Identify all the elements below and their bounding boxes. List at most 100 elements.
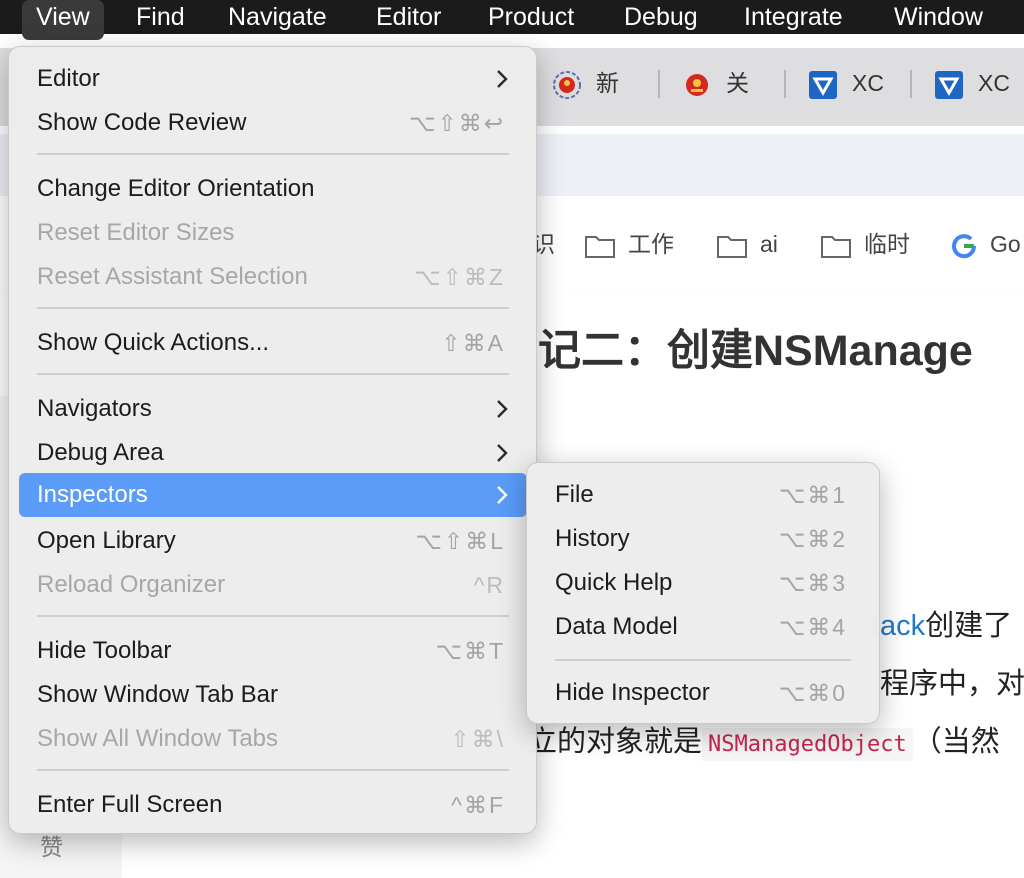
tab-title: 新 [596, 70, 619, 96]
tab-title: XC [852, 70, 884, 96]
shortcut-label: ⌥⌘3 [778, 570, 847, 596]
browser-tab[interactable]: XC [934, 64, 1010, 102]
shortcut-label: ⌥⇧⌘Z [414, 264, 505, 290]
menu-item-label: File [555, 481, 594, 508]
inline-code: NSManagedObject [702, 728, 913, 761]
chevron-right-icon [497, 400, 508, 418]
bookmark-ai[interactable]: ai [716, 226, 778, 262]
menu-item-change-editor-orientation[interactable]: Change Editor Orientation [19, 167, 527, 211]
menu-item-reload-organizer: Reload Organizer ^R [19, 563, 527, 607]
menu-item-show-quick-actions[interactable]: Show Quick Actions... ⇧⌘A [19, 321, 527, 365]
chevron-right-icon [497, 70, 508, 88]
menu-separator [37, 153, 509, 155]
menu-separator [37, 615, 509, 617]
tab-separator [658, 70, 660, 98]
bookmark-work[interactable]: 工作 [584, 226, 674, 262]
menu-window[interactable]: Window [894, 0, 983, 34]
menu-editor[interactable]: Editor [376, 0, 441, 34]
article-text: 创建了 [925, 610, 1013, 642]
shortcut-label: ⇧⌘A [441, 330, 505, 356]
menu-find[interactable]: Find [136, 0, 185, 34]
xc-logo-icon [809, 70, 837, 99]
tab-separator [910, 70, 912, 98]
bookmark-label: 工作 [628, 231, 674, 257]
chevron-right-icon [497, 444, 508, 462]
menu-item-label: Show All Window Tabs [37, 725, 279, 752]
menu-item-quick-help[interactable]: Quick Help ⌥⌘3 [537, 561, 869, 605]
article-text: 立的对象就是 [528, 726, 703, 758]
menu-item-history-inspector[interactable]: History ⌥⌘2 [537, 517, 869, 561]
menu-item-hide-toolbar[interactable]: Hide Toolbar ⌥⌘T [19, 629, 527, 673]
google-g-icon [952, 234, 977, 259]
shortcut-label: ⌥⌘1 [778, 482, 847, 508]
shortcut-label: ^⌘F [451, 792, 505, 818]
menu-navigate[interactable]: Navigate [228, 0, 327, 34]
menu-item-show-code-review[interactable]: Show Code Review ⌥⇧⌘↩ [19, 101, 527, 145]
menu-item-hide-inspector[interactable]: Hide Inspector ⌥⌘0 [537, 671, 869, 715]
menu-item-reset-assistant-selection: Reset Assistant Selection ⌥⇧⌘Z [19, 255, 527, 299]
bookmark-label: ai [760, 231, 778, 257]
menu-item-open-library[interactable]: Open Library ⌥⇧⌘L [19, 519, 527, 563]
menu-item-editor[interactable]: Editor [19, 57, 527, 101]
emblem-icon [686, 73, 708, 96]
menu-item-label: Hide Toolbar [37, 637, 172, 664]
menu-item-label: Reset Assistant Selection [37, 263, 308, 290]
menu-item-label: History [555, 525, 630, 552]
menu-item-label: Reset Editor Sizes [37, 219, 235, 246]
menu-item-inspectors[interactable]: Inspectors [19, 473, 527, 517]
menu-item-data-model[interactable]: Data Model ⌥⌘4 [537, 605, 869, 649]
menu-item-label: Change Editor Orientation [37, 175, 315, 202]
menu-product[interactable]: Product [488, 0, 574, 34]
bookmark-temp[interactable]: 临时 [820, 226, 910, 262]
menu-item-label: Navigators [37, 395, 152, 422]
menu-item-label: Quick Help [555, 569, 673, 596]
menu-item-label: Show Window Tab Bar [37, 681, 279, 708]
menu-bar: View Find Navigate Editor Product Debug … [0, 0, 1024, 40]
menu-item-label: Show Code Review [37, 109, 247, 136]
xc-logo-icon [935, 70, 963, 99]
shortcut-label: ⌥⌘0 [778, 680, 847, 706]
browser-tab[interactable]: XC [808, 64, 884, 102]
menu-item-label: Inspectors [37, 481, 148, 508]
bookmark-label: 临时 [864, 231, 910, 257]
menu-item-show-window-tab-bar[interactable]: Show Window Tab Bar [19, 673, 527, 717]
menu-item-debug-area[interactable]: Debug Area [19, 431, 527, 475]
browser-tab[interactable]: 新 [552, 64, 619, 102]
menu-view[interactable]: View [22, 0, 104, 40]
inspectors-submenu: File ⌥⌘1 History ⌥⌘2 Quick Help ⌥⌘3 Data… [526, 462, 880, 724]
menu-debug[interactable]: Debug [624, 0, 698, 34]
article-text: （当然 [912, 726, 1000, 758]
menu-item-navigators[interactable]: Navigators [19, 387, 527, 431]
menu-separator [37, 373, 509, 375]
menu-item-file-inspector[interactable]: File ⌥⌘1 [537, 473, 869, 517]
menu-separator [37, 769, 509, 771]
chevron-right-icon [497, 486, 508, 504]
menu-item-enter-full-screen[interactable]: Enter Full Screen ^⌘F [19, 783, 527, 827]
menu-integrate[interactable]: Integrate [744, 0, 843, 34]
menu-item-reset-editor-sizes: Reset Editor Sizes [19, 211, 527, 255]
menu-item-show-all-window-tabs: Show All Window Tabs ⇧⌘\ [19, 717, 527, 761]
article-line-2: 程序中，对 [880, 668, 1024, 700]
menu-item-label: Open Library [37, 527, 176, 554]
tab-title: XC [978, 70, 1010, 96]
menu-separator [555, 659, 851, 661]
article-title: 记二：创建NSManage [538, 327, 973, 375]
menu-item-label: Reload Organizer [37, 571, 226, 598]
browser-tab[interactable]: 关 [682, 64, 749, 102]
shortcut-label: ⌥⌘T [435, 638, 505, 664]
menu-item-label: Debug Area [37, 439, 164, 466]
view-menu: Editor Show Code Review ⌥⇧⌘↩ Change Edit… [8, 46, 537, 834]
bookmark-google[interactable]: Go [950, 226, 1021, 262]
menu-separator [37, 307, 509, 309]
menu-item-label: Hide Inspector [555, 679, 710, 706]
tab-title: 关 [726, 70, 749, 96]
shortcut-label: ⌥⌘2 [778, 526, 847, 552]
shortcut-label: ⌥⌘4 [778, 614, 847, 640]
menu-item-label: Editor [37, 65, 100, 92]
shortcut-label: ⌥⇧⌘↩ [408, 110, 505, 136]
article-line-1: tack创建了 [872, 602, 1012, 644]
bookmark-label: Go [990, 231, 1021, 257]
tab-separator [784, 70, 786, 98]
emblem-icon [553, 70, 581, 99]
menu-item-label: Data Model [555, 613, 678, 640]
